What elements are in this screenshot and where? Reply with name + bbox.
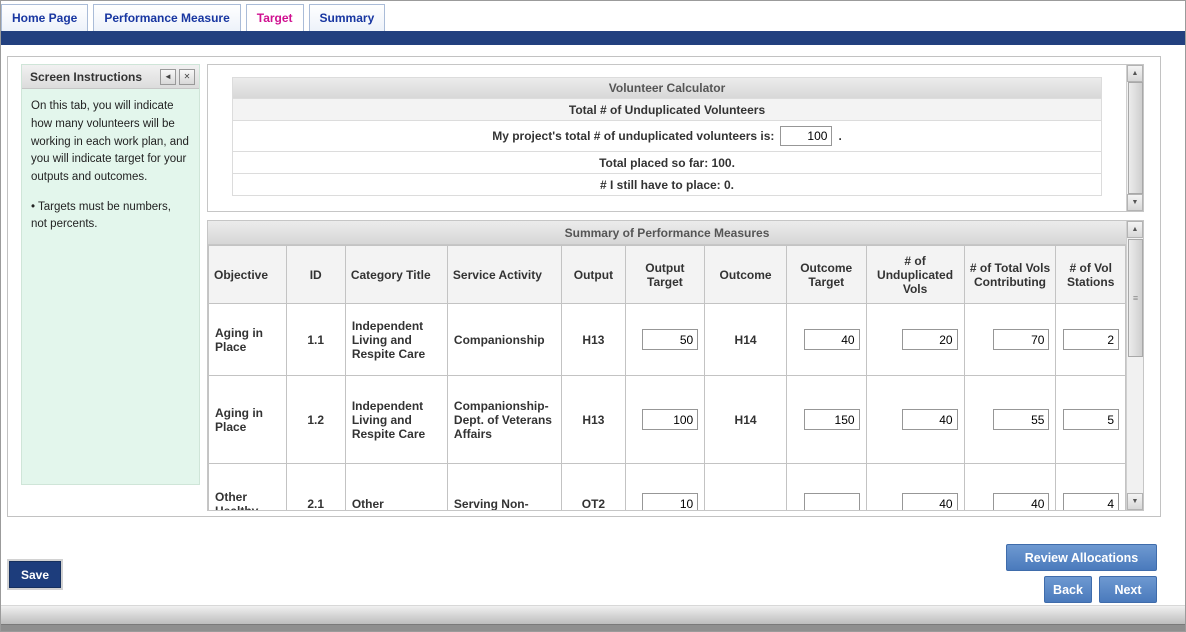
tab-target[interactable]: Target <box>246 4 304 31</box>
unduplicated-vols-input[interactable] <box>902 329 958 350</box>
cell-activity: Companionship-Dept. of Veterans Affairs <box>447 376 561 464</box>
instructions-header: Screen Instructions ◄ ✕ <box>22 65 199 89</box>
scroll-down-icon[interactable]: ▼ <box>1127 194 1143 211</box>
vol-stations-input[interactable] <box>1063 409 1119 430</box>
output-target-input[interactable] <box>642 493 698 510</box>
window-bottom-edge <box>1 624 1185 632</box>
table-row: Aging in Place 1.1 Independent Living an… <box>209 304 1126 376</box>
scroll-up-icon[interactable]: ▲ <box>1127 221 1143 238</box>
cell-id: 2.1 <box>286 464 345 511</box>
volunteer-calculator-table: Volunteer Calculator Total # of Unduplic… <box>208 65 1126 211</box>
content-frame: Screen Instructions ◄ ✕ On this tab, you… <box>7 56 1161 517</box>
instructions-body: On this tab, you will indicate how many … <box>22 89 199 187</box>
tab-summary[interactable]: Summary <box>309 4 386 31</box>
tab-home-page[interactable]: Home Page <box>1 4 88 31</box>
cell-activity: Serving Non- <box>447 464 561 511</box>
outcome-target-input[interactable] <box>804 409 860 430</box>
calculator-subtitle: Total # of Unduplicated Volunteers <box>232 99 1102 121</box>
performance-measures-table: Objective ID Category Title Service Acti… <box>208 245 1126 510</box>
total-placed-text: Total placed so far: 100. <box>232 152 1102 174</box>
status-bar <box>1 605 1185 624</box>
cell-output: H13 <box>562 376 625 464</box>
col-objective: Objective <box>209 246 287 304</box>
save-button[interactable]: Save <box>9 561 61 588</box>
col-outcome: Outcome <box>705 246 787 304</box>
output-target-input[interactable] <box>642 409 698 430</box>
total-vols-input[interactable] <box>993 493 1049 510</box>
total-vols-input[interactable] <box>993 409 1049 430</box>
unduplicated-volunteers-label: My project's total # of unduplicated vol… <box>492 129 774 143</box>
cell-activity: Companionship <box>447 304 561 376</box>
outcome-target-input[interactable] <box>804 329 860 350</box>
screen-instructions-panel: Screen Instructions ◄ ✕ On this tab, you… <box>21 64 200 485</box>
unduplicated-vols-input[interactable] <box>902 409 958 430</box>
unduplicated-vols-input[interactable] <box>902 493 958 510</box>
col-output: Output <box>562 246 625 304</box>
col-unduplicated-vols: # of Unduplicated Vols <box>866 246 964 304</box>
cell-outcome: H14 <box>705 376 787 464</box>
col-vol-stations: # of Vol Stations <box>1056 246 1126 304</box>
cell-objective: Aging in Place <box>209 304 287 376</box>
col-output-target: Output Target <box>625 246 705 304</box>
col-outcome-target: Outcome Target <box>786 246 866 304</box>
vol-stations-input[interactable] <box>1063 493 1119 510</box>
calculator-scrollbar[interactable]: ▲ ▼ <box>1126 65 1143 211</box>
cell-output: H13 <box>562 304 625 376</box>
tab-bar: Home Page Performance Measure Target Sum… <box>1 1 1185 31</box>
app-window: Home Page Performance Measure Target Sum… <box>0 0 1186 632</box>
input-suffix-period: . <box>838 129 841 143</box>
outcome-target-input[interactable] <box>804 493 860 510</box>
cell-category: Independent Living and Respite Care <box>345 304 447 376</box>
navy-divider-bar <box>1 31 1185 45</box>
collapse-arrow-icon[interactable]: ◄ <box>160 69 176 85</box>
next-button[interactable]: Next <box>1099 576 1157 603</box>
col-total-vols-contributing: # of Total Vols Contributing <box>964 246 1056 304</box>
cell-outcome <box>705 464 787 511</box>
cell-category: Independent Living and Respite Care <box>345 376 447 464</box>
table-row: Other Healthy 2.1 Other Serving Non- OT2 <box>209 464 1126 511</box>
summary-scroll-thumb[interactable]: ≡ <box>1128 239 1143 357</box>
table-row: Aging in Place 1.2 Independent Living an… <box>209 376 1126 464</box>
cell-id: 1.2 <box>286 376 345 464</box>
back-button[interactable]: Back <box>1044 576 1092 603</box>
col-id: ID <box>286 246 345 304</box>
summary-scrollbar[interactable]: ▲ ≡ ▼ <box>1126 221 1143 510</box>
calculator-title: Volunteer Calculator <box>232 77 1102 99</box>
total-vols-input[interactable] <box>993 329 1049 350</box>
instructions-note: • Targets must be numbers, not percents. <box>22 187 199 234</box>
close-icon[interactable]: ✕ <box>179 69 195 85</box>
cell-output: OT2 <box>562 464 625 511</box>
performance-summary-panel: Summary of Performance Measures Objectiv… <box>207 220 1144 511</box>
review-allocations-button[interactable]: Review Allocations <box>1006 544 1157 571</box>
col-service-activity: Service Activity <box>447 246 561 304</box>
calculator-scroll-thumb[interactable] <box>1128 82 1143 194</box>
cell-outcome: H14 <box>705 304 787 376</box>
col-category-title: Category Title <box>345 246 447 304</box>
unduplicated-volunteers-input[interactable] <box>780 126 832 146</box>
performance-summary-scroll-area: Summary of Performance Measures Objectiv… <box>208 221 1126 510</box>
cell-objective: Other Healthy <box>209 464 287 511</box>
cell-category: Other <box>345 464 447 511</box>
vol-stations-input[interactable] <box>1063 329 1119 350</box>
summary-title: Summary of Performance Measures <box>208 221 1126 245</box>
volunteer-calculator-panel: Volunteer Calculator Total # of Unduplic… <box>207 64 1144 212</box>
scroll-up-icon[interactable]: ▲ <box>1127 65 1143 82</box>
still-to-place-text: # I still have to place: 0. <box>232 174 1102 196</box>
tab-performance-measure[interactable]: Performance Measure <box>93 4 240 31</box>
scroll-down-icon[interactable]: ▼ <box>1127 493 1143 510</box>
cell-objective: Aging in Place <box>209 376 287 464</box>
calculator-input-row: My project's total # of unduplicated vol… <box>232 121 1102 152</box>
output-target-input[interactable] <box>642 329 698 350</box>
cell-id: 1.1 <box>286 304 345 376</box>
table-header-row: Objective ID Category Title Service Acti… <box>209 246 1126 304</box>
instructions-title: Screen Instructions <box>30 70 157 84</box>
